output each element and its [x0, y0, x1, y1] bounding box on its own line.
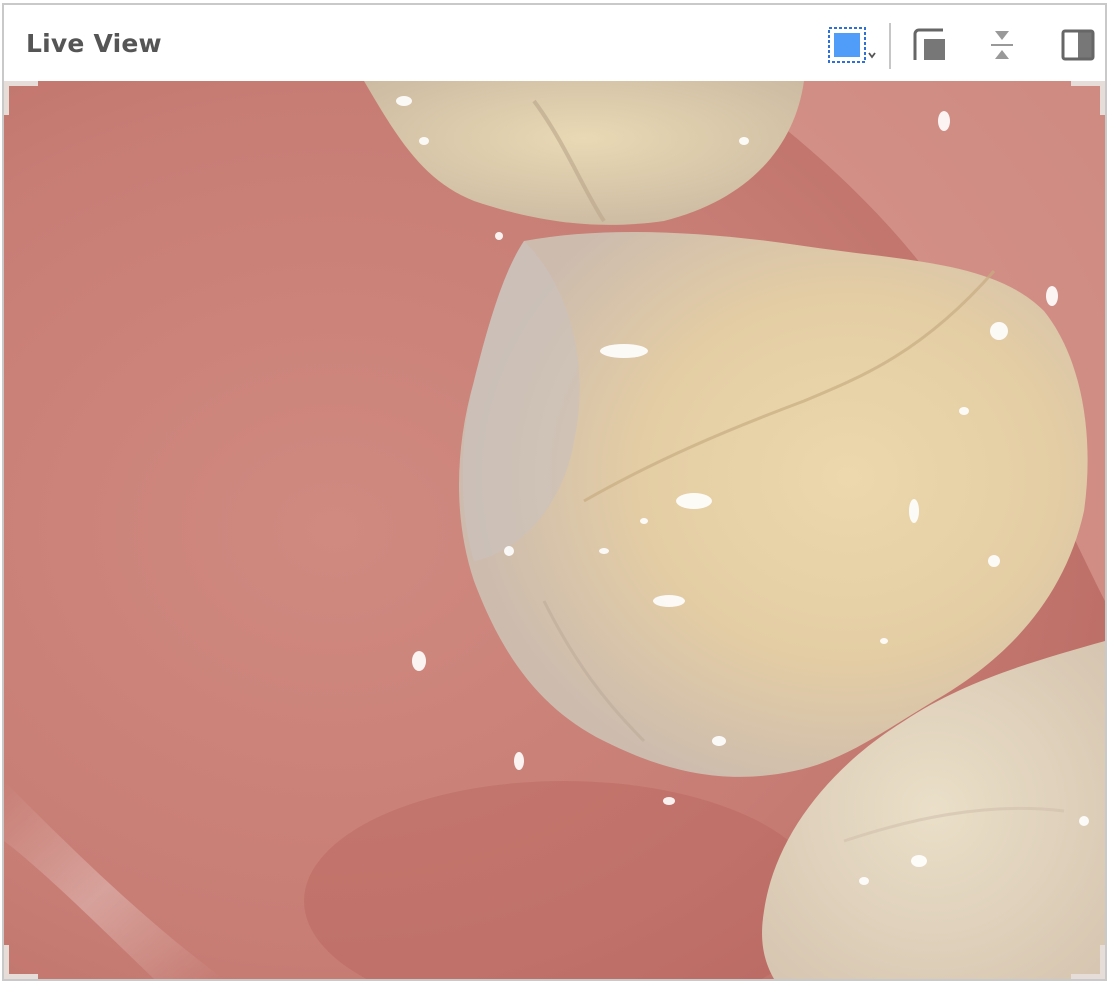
- selection-rectangle-icon: [828, 27, 876, 63]
- chevron-down-icon: [868, 52, 876, 59]
- contrast-toggle-button[interactable]: [1059, 25, 1099, 65]
- flip-vertical-button[interactable]: [982, 25, 1022, 65]
- intraoral-camera-image: [4, 81, 1105, 979]
- panel-title: Live View: [26, 29, 162, 58]
- flip-vertical-icon: [991, 31, 1013, 59]
- overlay-frame-button[interactable]: [910, 25, 950, 65]
- overlay-frame-icon: [913, 28, 945, 60]
- live-view-panel: Live View: [2, 3, 1107, 981]
- toolbar-separator: [889, 23, 891, 69]
- viewport-corner-marker: [4, 81, 38, 115]
- live-camera-viewport[interactable]: [4, 81, 1105, 979]
- panel-header: Live View: [4, 5, 1105, 81]
- viewport-corner-marker: [1071, 945, 1105, 979]
- viewport-corner-marker: [1071, 81, 1105, 115]
- selection-rectangle-button[interactable]: [826, 25, 878, 65]
- viewport-corner-marker: [4, 945, 38, 979]
- contrast-toggle-icon: [1061, 29, 1095, 61]
